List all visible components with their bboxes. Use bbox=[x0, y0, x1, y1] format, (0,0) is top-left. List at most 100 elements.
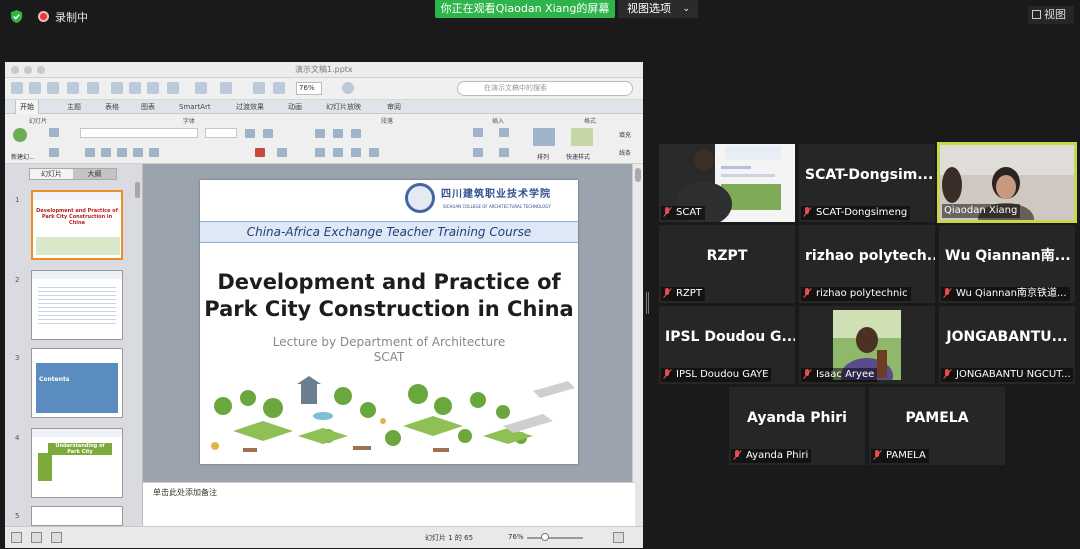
slide-thumbnail-3[interactable]: Contents bbox=[31, 348, 123, 418]
participant-tile-scat-dongsimeng[interactable]: SCAT-Dongsim... SCAT-Dongsimeng bbox=[799, 144, 935, 222]
slide-sorter-icon[interactable] bbox=[31, 532, 42, 543]
tab-review[interactable]: 审阅 bbox=[387, 100, 401, 114]
italic-icon[interactable] bbox=[101, 148, 111, 157]
notes-pane[interactable]: 单击此处添加备注 bbox=[143, 482, 635, 526]
slide-scrollbar[interactable] bbox=[632, 164, 643, 482]
font-name-select[interactable] bbox=[80, 128, 198, 138]
security-shield-icon[interactable] bbox=[9, 9, 24, 24]
fit-window-icon[interactable] bbox=[613, 532, 624, 543]
minimize-window-button[interactable] bbox=[24, 66, 32, 74]
tab-charts[interactable]: 图表 bbox=[141, 100, 155, 114]
search-input[interactable]: 在演示文稿中的搜索 bbox=[457, 81, 633, 96]
text-box-icon[interactable] bbox=[473, 128, 483, 137]
copy-icon[interactable] bbox=[129, 82, 141, 94]
align-right-icon[interactable] bbox=[351, 148, 361, 157]
justify-icon[interactable] bbox=[369, 148, 379, 157]
section-icon[interactable] bbox=[49, 148, 59, 157]
new-slide-button[interactable]: 新建幻... bbox=[11, 152, 35, 161]
shrink-font-icon[interactable] bbox=[263, 129, 273, 138]
line-button[interactable]: 线条 bbox=[619, 148, 631, 157]
bold-icon[interactable] bbox=[85, 148, 95, 157]
participant-tile-wu-qiannan[interactable]: Wu Qiannan南... Wu Qiannan南京铁道... bbox=[939, 225, 1075, 303]
paste-icon[interactable] bbox=[147, 82, 159, 94]
redo-icon[interactable] bbox=[220, 82, 232, 94]
print-icon[interactable] bbox=[87, 82, 99, 94]
numbering-icon[interactable] bbox=[333, 129, 343, 138]
slide-scroll-thumb[interactable] bbox=[635, 168, 641, 182]
participant-tile-rizhao[interactable]: rizhao polytech... rizhao polytechnic bbox=[799, 225, 935, 303]
quick-styles-button[interactable]: 快速样式 bbox=[566, 152, 590, 161]
tab-slides-view[interactable]: 幻灯片 bbox=[30, 169, 73, 179]
arrange-icon[interactable] bbox=[533, 128, 555, 146]
view-button[interactable]: 视图 bbox=[1028, 6, 1074, 24]
quick-styles-icon[interactable] bbox=[571, 128, 593, 146]
tab-themes[interactable]: 主题 bbox=[67, 100, 81, 114]
gallery-icon[interactable] bbox=[273, 82, 285, 94]
participant-tile-ayanda[interactable]: Ayanda Phiri Ayanda Phiri bbox=[729, 387, 865, 465]
template-icon[interactable] bbox=[29, 82, 41, 94]
maximize-window-button[interactable] bbox=[37, 66, 45, 74]
close-window-button[interactable] bbox=[11, 66, 19, 74]
current-slide[interactable]: 四川建筑职业技术学院 SICHUAN COLLEGE OF ARCHITECTU… bbox=[200, 180, 578, 464]
tab-animations[interactable]: 动画 bbox=[288, 100, 302, 114]
save-icon[interactable] bbox=[67, 82, 79, 94]
view-options-button[interactable]: 视图选项 ⌄ bbox=[618, 0, 698, 18]
picture-icon[interactable] bbox=[499, 128, 509, 137]
align-center-icon[interactable] bbox=[333, 148, 343, 157]
strikethrough-icon[interactable] bbox=[149, 148, 159, 157]
tab-home[interactable]: 开始 bbox=[15, 100, 39, 114]
slide-thumbnail-5[interactable] bbox=[31, 506, 123, 526]
fill-button[interactable]: 填充 bbox=[619, 130, 631, 139]
recording-label[interactable]: 录制中 bbox=[55, 9, 88, 25]
tab-smartart[interactable]: SmartArt bbox=[179, 100, 211, 114]
participant-tile-scat[interactable]: SCAT bbox=[659, 144, 795, 222]
grow-font-icon[interactable] bbox=[245, 129, 255, 138]
new-slide-icon[interactable] bbox=[13, 128, 27, 142]
participant-display-name: rizhao polytech... bbox=[805, 248, 935, 264]
open-icon[interactable] bbox=[47, 82, 59, 94]
indent-icon[interactable] bbox=[351, 129, 361, 138]
slide-thumbnail-1[interactable]: Development and Practice of Park City Co… bbox=[31, 190, 123, 260]
tab-tables[interactable]: 表格 bbox=[105, 100, 119, 114]
insert-media-icon[interactable] bbox=[499, 148, 509, 157]
zoom-slider[interactable] bbox=[527, 537, 583, 539]
normal-view-icon[interactable] bbox=[11, 532, 22, 543]
tab-transitions[interactable]: 过渡效果 bbox=[236, 100, 264, 114]
sidebar-toggle-icon[interactable] bbox=[253, 82, 265, 94]
arrange-button[interactable]: 排列 bbox=[537, 152, 549, 161]
participant-name: rizhao polytechnic bbox=[801, 287, 911, 301]
participant-tile-isaac[interactable]: Isaac Aryee bbox=[799, 306, 935, 384]
participant-tile-jongabantu[interactable]: JONGABANTU... JONGABANTU NGCUT... bbox=[939, 306, 1075, 384]
panel-divider[interactable] bbox=[646, 292, 649, 314]
format-painter-icon[interactable] bbox=[167, 82, 179, 94]
align-left-icon[interactable] bbox=[315, 148, 325, 157]
layout-icon[interactable] bbox=[49, 128, 59, 137]
notes-page-icon[interactable] bbox=[51, 532, 62, 543]
slide-thumbnail-2[interactable] bbox=[31, 270, 123, 340]
participant-tile-qiaodan[interactable]: Qiaodan Xiang bbox=[937, 142, 1077, 223]
help-icon[interactable] bbox=[342, 82, 354, 94]
zoom-slider-knob[interactable] bbox=[541, 533, 549, 541]
tab-slideshow[interactable]: 幻灯片放映 bbox=[326, 100, 361, 114]
participant-tile-pamela[interactable]: PAMELA PAMELA bbox=[869, 387, 1005, 465]
cut-icon[interactable] bbox=[111, 82, 123, 94]
undo-icon[interactable] bbox=[195, 82, 207, 94]
sidebar-scrollbar[interactable] bbox=[135, 182, 140, 198]
underline-icon[interactable] bbox=[117, 148, 127, 157]
font-size-select[interactable] bbox=[205, 128, 237, 138]
zoom-select[interactable]: 76% bbox=[296, 82, 322, 95]
bullets-icon[interactable] bbox=[315, 129, 325, 138]
participant-tile-rzpt[interactable]: RZPT RZPT bbox=[659, 225, 795, 303]
participant-display-name: PAMELA bbox=[905, 410, 969, 426]
slide-thumbnail-4[interactable]: Understanding of Park City bbox=[31, 428, 123, 498]
participant-name: SCAT bbox=[661, 206, 705, 220]
shadow-icon[interactable] bbox=[133, 148, 143, 157]
standard-toolbar: 76% 在演示文稿中的搜索 bbox=[5, 78, 643, 100]
highlight-icon[interactable] bbox=[277, 148, 287, 157]
tab-outline-view[interactable]: 大纲 bbox=[73, 169, 116, 179]
font-color-icon[interactable] bbox=[255, 148, 265, 157]
new-icon[interactable] bbox=[11, 82, 23, 94]
shape-icon[interactable] bbox=[473, 148, 483, 157]
recording-icon[interactable] bbox=[38, 11, 49, 22]
participant-tile-ipsl[interactable]: IPSL Doudou G... IPSL Doudou GAYE bbox=[659, 306, 795, 384]
